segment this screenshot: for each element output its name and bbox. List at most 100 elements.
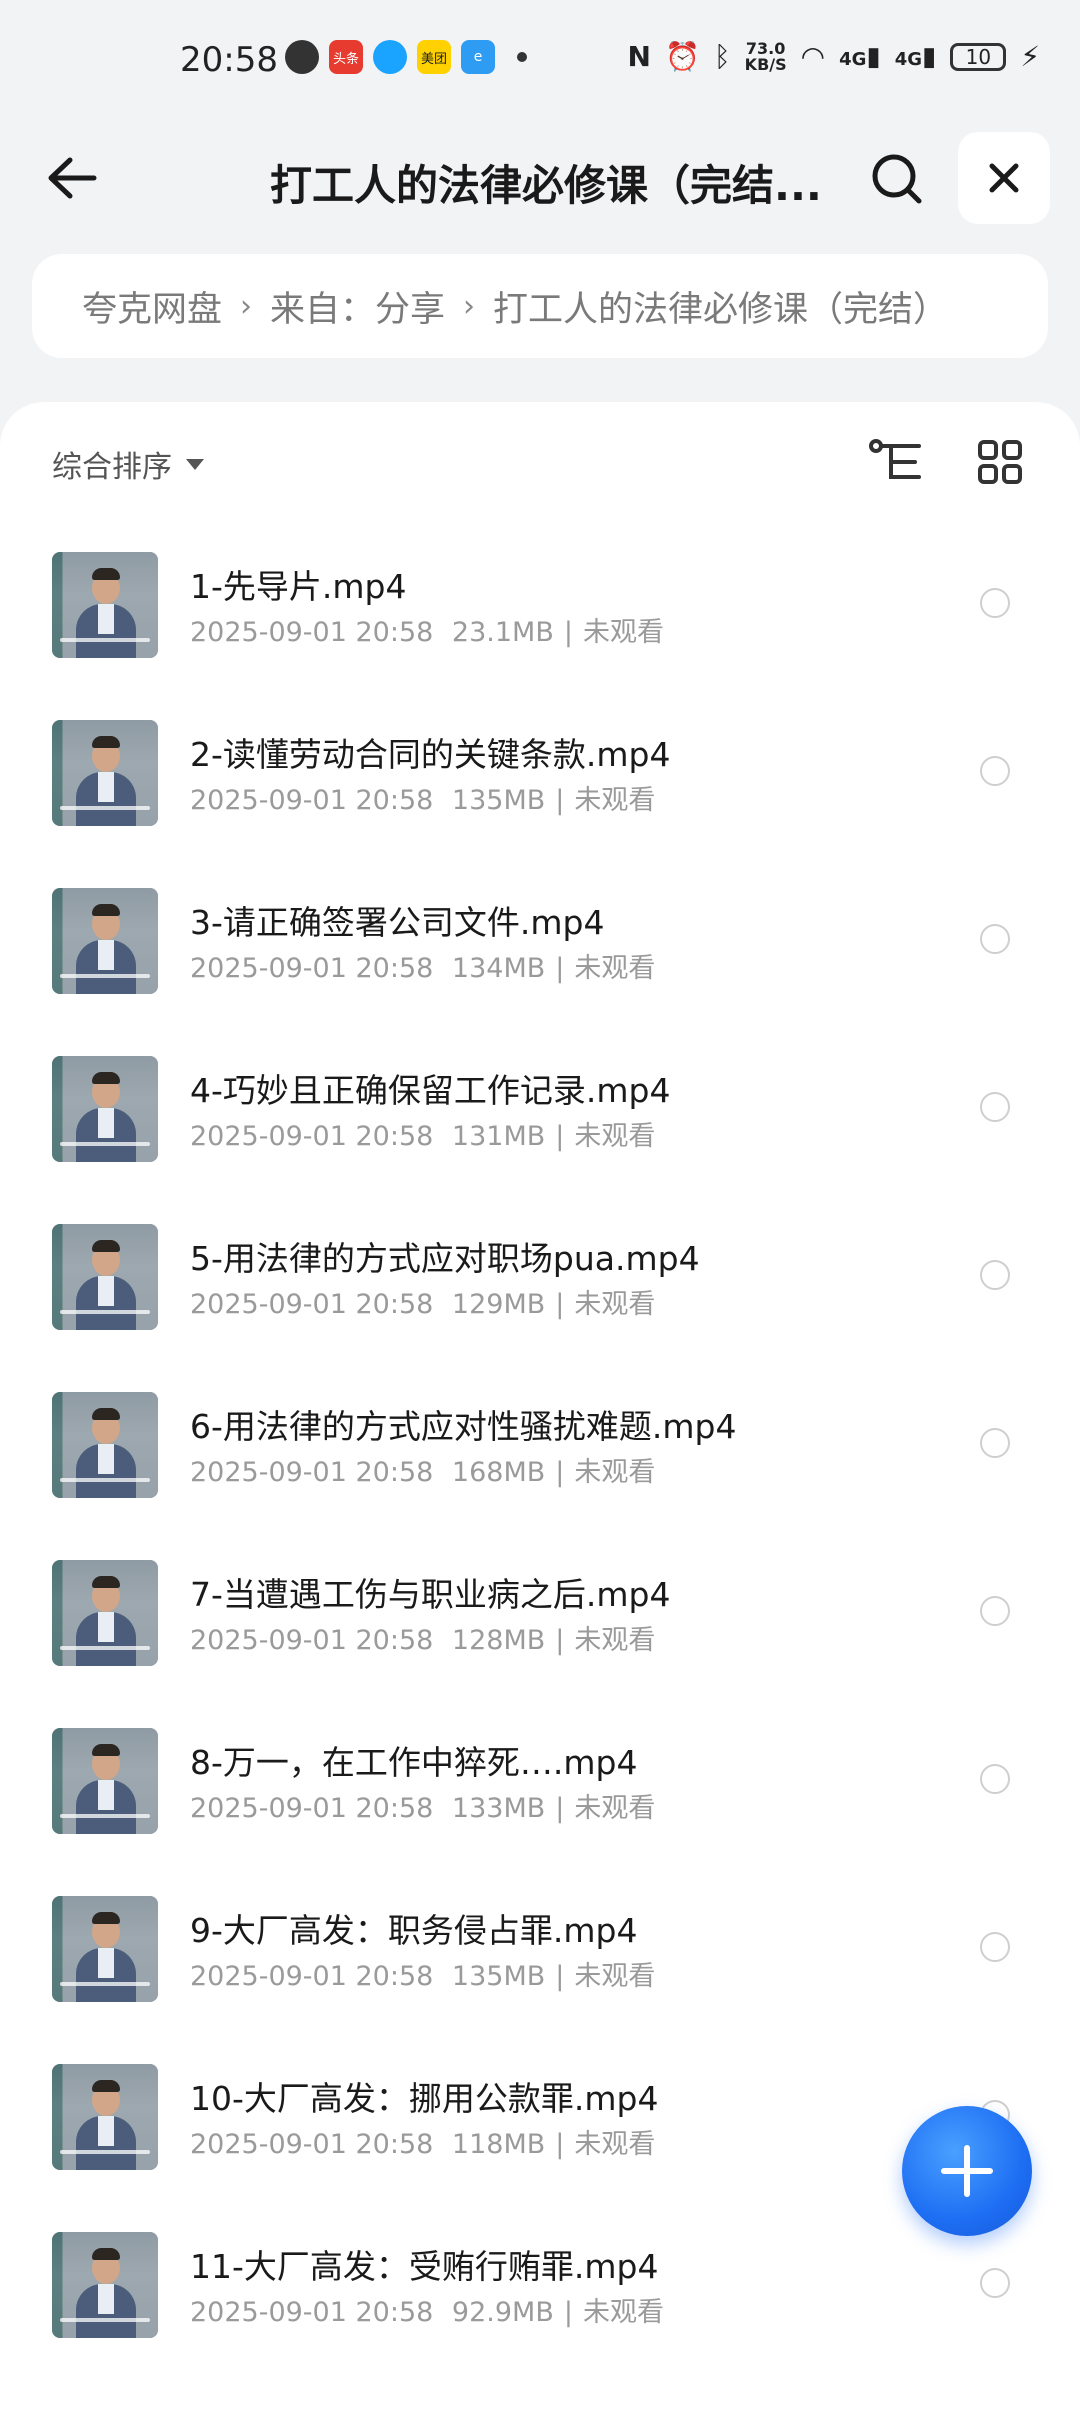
tree-view-button[interactable]: [866, 432, 926, 492]
file-date: 2025-09-01 20:58: [190, 1961, 434, 1992]
grid-view-button[interactable]: [970, 432, 1030, 492]
file-row[interactable]: 5-用法律的方式应对职场pua.mp4 2025-09-01 20:58 129…: [0, 1222, 1080, 1390]
qq-app-icon: [373, 40, 407, 74]
net-speed: 73.0 KB/S: [744, 40, 787, 74]
more-notifications-dot: [517, 52, 527, 62]
select-radio[interactable]: [980, 1596, 1010, 1626]
grid-view-icon: [978, 440, 1022, 484]
toutiao-app-icon: 头条: [329, 40, 363, 74]
browser-app-icon: e: [461, 40, 495, 74]
file-name: 6-用法律的方式应对性骚扰难题.mp4: [190, 1407, 737, 1446]
breadcrumb: 夸克网盘 › 来自：分享 › 打工人的法律必修课（完结）: [32, 254, 1048, 358]
breadcrumb-item-current: 打工人的法律必修课（完结）: [493, 289, 949, 330]
meta-divider: |: [555, 1457, 565, 1488]
select-radio[interactable]: [980, 756, 1010, 786]
file-name: 5-用法律的方式应对职场pua.mp4: [190, 1239, 700, 1278]
meta-divider: |: [555, 2129, 565, 2160]
file-list: 1-先导片.mp4 2025-09-01 20:58 23.1MB | 未观看 2-…: [0, 550, 1080, 2398]
meta-divider: |: [555, 1121, 565, 1152]
select-radio[interactable]: [980, 1260, 1010, 1290]
file-date: 2025-09-01 20:58: [190, 1289, 434, 1320]
file-row[interactable]: 9-大厂高发：职务侵占罪.mp4 2025-09-01 20:58 135MB |…: [0, 1894, 1080, 2062]
page-title: 打工人的法律必修课（完结...: [270, 161, 822, 210]
select-radio[interactable]: [980, 1092, 1010, 1122]
file-row[interactable]: 7-当遭遇工伤与职业病之后.mp4 2025-09-01 20:58 128MB…: [0, 1558, 1080, 1726]
video-thumbnail: [52, 1392, 158, 1498]
video-thumbnail: [52, 2064, 158, 2170]
nfc-icon: N: [627, 40, 651, 73]
file-watch-status: 未观看: [582, 617, 664, 648]
file-date: 2025-09-01 20:58: [190, 785, 434, 816]
file-row[interactable]: 8-万一，在工作中猝死….mp4 2025-09-01 20:58 133MB |…: [0, 1726, 1080, 1894]
back-button[interactable]: [40, 146, 104, 210]
file-meta: 2025-09-01 20:58 118MB | 未观看: [190, 2122, 655, 2161]
file-meta: 2025-09-01 20:58 131MB | 未观看: [190, 1114, 655, 1153]
signal-1: 4G▮: [839, 41, 881, 72]
video-thumbnail: [52, 1224, 158, 1330]
breadcrumb-item-root[interactable]: 夸克网盘: [82, 281, 222, 332]
chevron-right-icon: ›: [240, 288, 253, 324]
file-row[interactable]: 4-巧妙且正确保留工作记录.mp4 2025-09-01 20:58 131MB…: [0, 1054, 1080, 1222]
plus-icon: [941, 2145, 993, 2197]
select-radio[interactable]: [980, 1932, 1010, 1962]
file-watch-status: 未观看: [574, 785, 656, 816]
file-watch-status: 未观看: [574, 1121, 656, 1152]
file-name: 8-万一，在工作中猝死….mp4: [190, 1743, 638, 1782]
file-meta: 2025-09-01 20:58 129MB | 未观看: [190, 1282, 655, 1321]
file-row[interactable]: 1-先导片.mp4 2025-09-01 20:58 23.1MB | 未观看: [0, 550, 1080, 718]
battery-icon: 10: [950, 42, 1007, 71]
video-thumbnail: [52, 1560, 158, 1666]
breadcrumb-item-share[interactable]: 来自：分享: [270, 281, 445, 332]
meta-divider: |: [555, 1625, 565, 1656]
file-name: 7-当遭遇工伤与职业病之后.mp4: [190, 1575, 671, 1614]
file-size: 133MB: [451, 1793, 546, 1824]
net-speed-unit: KB/S: [744, 54, 787, 74]
file-meta: 2025-09-01 20:58 92.9MB | 未观看: [190, 2290, 664, 2329]
caret-down-icon: [186, 458, 204, 470]
file-meta: 2025-09-01 20:58 135MB | 未观看: [190, 1954, 655, 1993]
select-radio[interactable]: [980, 1764, 1010, 1794]
file-size: 118MB: [451, 2129, 546, 2160]
file-meta: 2025-09-01 20:58 168MB | 未观看: [190, 1450, 655, 1489]
select-radio[interactable]: [980, 2268, 1010, 2298]
file-row[interactable]: 3-请正确签署公司文件.mp4 2025-09-01 20:58 134MB | 未…: [0, 886, 1080, 1054]
file-date: 2025-09-01 20:58: [190, 617, 434, 648]
robot-app-icon: [285, 40, 319, 74]
file-name: 1-先导片.mp4: [190, 567, 407, 606]
sort-dropdown[interactable]: 综合排序: [52, 442, 204, 486]
search-button[interactable]: [862, 144, 932, 214]
select-radio[interactable]: [980, 1428, 1010, 1458]
tree-view-icon: [869, 439, 921, 479]
file-row[interactable]: 2-读懂劳动合同的关键条款.mp4 2025-09-01 20:58 135MB…: [0, 718, 1080, 886]
select-radio[interactable]: [980, 588, 1010, 618]
close-button[interactable]: [958, 132, 1050, 224]
file-size: 135MB: [451, 785, 546, 816]
chevron-right-icon: ›: [463, 288, 476, 324]
file-row[interactable]: 6-用法律的方式应对性骚扰难题.mp4 2025-09-01 20:58 168…: [0, 1390, 1080, 1558]
file-size: 92.9MB: [451, 2297, 554, 2328]
file-size: 23.1MB: [451, 617, 554, 648]
video-thumbnail: [52, 720, 158, 826]
file-size: 128MB: [451, 1625, 546, 1656]
file-name: 3-请正确签署公司文件.mp4: [190, 903, 605, 942]
file-row[interactable]: 11-大厂高发：受贿行贿罪.mp4 2025-09-01 20:58 92.9M…: [0, 2230, 1080, 2398]
sort-label: 综合排序: [52, 450, 172, 485]
file-size: 168MB: [451, 1457, 546, 1488]
file-name: 10-大厂高发：挪用公款罪.mp4: [190, 2079, 659, 2118]
select-radio[interactable]: [980, 924, 1010, 954]
meta-divider: |: [555, 1961, 565, 1992]
meta-divider: |: [555, 785, 565, 816]
signal-2: 4G▮: [894, 41, 937, 72]
file-size: 134MB: [451, 953, 546, 984]
meta-divider: |: [555, 953, 565, 984]
video-thumbnail: [52, 552, 158, 658]
file-size: 131MB: [451, 1121, 546, 1152]
file-size: 135MB: [451, 1961, 546, 1992]
file-watch-status: 未观看: [574, 2129, 656, 2160]
status-app-icons: 头条 美团 e: [285, 40, 527, 74]
add-button[interactable]: [902, 2106, 1032, 2236]
file-watch-status: 未观看: [574, 1457, 656, 1488]
file-meta: 2025-09-01 20:58 133MB | 未观看: [190, 1786, 655, 1825]
file-watch-status: 未观看: [574, 953, 656, 984]
file-name: 11-大厂高发：受贿行贿罪.mp4: [190, 2247, 659, 2286]
